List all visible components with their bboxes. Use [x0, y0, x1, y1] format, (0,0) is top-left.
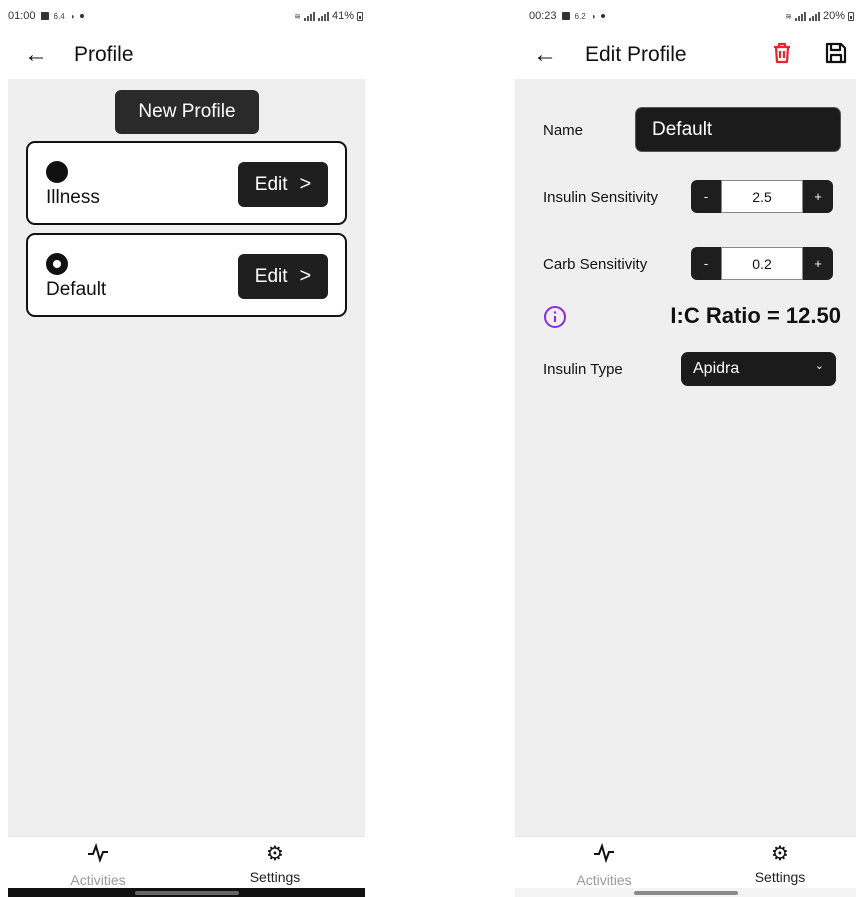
trash-icon[interactable] [767, 38, 797, 68]
battery-percent: 20% [822, 10, 845, 22]
dot-icon [79, 14, 84, 18]
page-title: Edit Profile [585, 43, 687, 66]
profile-list-area: New Profile Illness Edit > Default Edit … [8, 79, 365, 837]
info-icon[interactable] [543, 305, 567, 329]
chevron-down-icon: ⌄ [814, 360, 824, 372]
gear-icon: ⚙ [771, 843, 789, 865]
radio-selected-icon[interactable] [46, 253, 68, 275]
decrement-button[interactable]: - [691, 247, 721, 280]
status-time: 00:23 [529, 10, 557, 22]
edit-profile-screen: 00:23 6.2 ◑ ≋ 20% ← Edit Profile Name De… [515, 0, 856, 897]
home-pill[interactable] [134, 891, 239, 895]
signal-icon [794, 11, 806, 21]
half-circle-icon: ◑ [69, 11, 75, 21]
profile-name: Illness [46, 187, 100, 208]
status-bar: 00:23 6.2 ◑ ≋ 20% [515, 0, 856, 32]
bottom-nav: Activities ⚙ Settings [515, 836, 856, 897]
status-extra: 6.4 [53, 11, 65, 21]
profile-card-illness[interactable]: Illness Edit > [26, 141, 347, 225]
insulin-type-select[interactable]: Apidra ⌄ [681, 352, 836, 386]
wifi-icon: ≋ [785, 11, 792, 21]
nav-item-activities[interactable]: Activities [549, 842, 659, 888]
page-title: Profile [74, 43, 134, 66]
nav-item-settings[interactable]: ⚙ Settings [725, 843, 835, 885]
nav-item-settings[interactable]: ⚙ Settings [220, 843, 330, 885]
increment-button[interactable]: + [803, 180, 833, 213]
name-label: Name [543, 122, 584, 139]
insulin-sensitivity-stepper: - 2.5 + [691, 180, 833, 213]
carb-sensitivity-value[interactable]: 0.2 [721, 247, 803, 280]
gear-icon: ⚙ [266, 843, 284, 865]
half-circle-icon: ◑ [590, 11, 596, 21]
app-bar: ← Profile [8, 32, 365, 78]
home-pill[interactable] [633, 891, 738, 895]
edit-label: Edit [254, 265, 288, 287]
chevron-right-icon: > [299, 173, 312, 195]
save-floppy-icon[interactable] [821, 38, 851, 68]
battery-icon [357, 11, 363, 21]
bottom-nav: Activities ⚙ Settings [8, 836, 365, 897]
battery-percent: 41% [331, 10, 354, 22]
increment-button[interactable]: + [803, 247, 833, 280]
insulin-sensitivity-label: Insulin Sensitivity [543, 189, 659, 206]
activity-pulse-icon [549, 842, 659, 868]
image-icon [561, 12, 570, 20]
profile-card-default[interactable]: Default Edit > [26, 233, 347, 317]
status-bar: 01:00 6.4 ◑ ≋ 41% [8, 0, 365, 32]
status-time: 01:00 [8, 10, 36, 22]
ic-ratio-text: I:C Ratio = 12.50 [670, 303, 841, 328]
back-arrow-icon[interactable]: ← [24, 43, 48, 67]
signal-icon [303, 11, 315, 21]
dot-icon [600, 14, 605, 18]
carb-sensitivity-label: Carb Sensitivity [543, 256, 648, 273]
radio-unselected-icon[interactable] [46, 161, 68, 183]
profile-screen: 01:00 6.4 ◑ ≋ 41% ← Profile New Profile … [8, 0, 365, 897]
back-arrow-icon[interactable]: ← [533, 43, 557, 67]
wifi-icon: ≋ [294, 11, 301, 21]
insulin-type-value: Apidra [693, 360, 740, 377]
carb-sensitivity-stepper: - 0.2 + [691, 247, 833, 280]
gesture-bar [8, 888, 365, 897]
edit-form-area: Name Default Insulin Sensitivity - 2.5 +… [515, 79, 856, 837]
nav-label: Settings [249, 869, 301, 885]
signal-icon-2 [317, 11, 329, 21]
battery-icon [848, 11, 854, 21]
insulin-sensitivity-value[interactable]: 2.5 [721, 180, 803, 213]
nav-label: Activities [70, 872, 126, 888]
notification-icon [40, 12, 49, 20]
app-bar: ← Edit Profile [515, 32, 856, 78]
profile-name: Default [46, 279, 107, 300]
signal-icon-2 [808, 11, 820, 21]
nav-item-activities[interactable]: Activities [43, 842, 153, 888]
nav-label: Activities [576, 872, 632, 888]
edit-profile-button[interactable]: Edit > [238, 254, 328, 299]
decrement-button[interactable]: - [691, 180, 721, 213]
name-field[interactable]: Default [635, 107, 841, 152]
edit-label: Edit [254, 173, 288, 195]
nav-label: Settings [754, 869, 806, 885]
activity-pulse-icon [43, 842, 153, 868]
status-extra: 6.2 [574, 11, 586, 21]
edit-profile-button[interactable]: Edit > [238, 162, 328, 207]
gesture-bar [515, 888, 856, 897]
chevron-right-icon: > [299, 265, 312, 287]
insulin-type-label: Insulin Type [543, 361, 623, 378]
new-profile-button[interactable]: New Profile [115, 90, 259, 134]
